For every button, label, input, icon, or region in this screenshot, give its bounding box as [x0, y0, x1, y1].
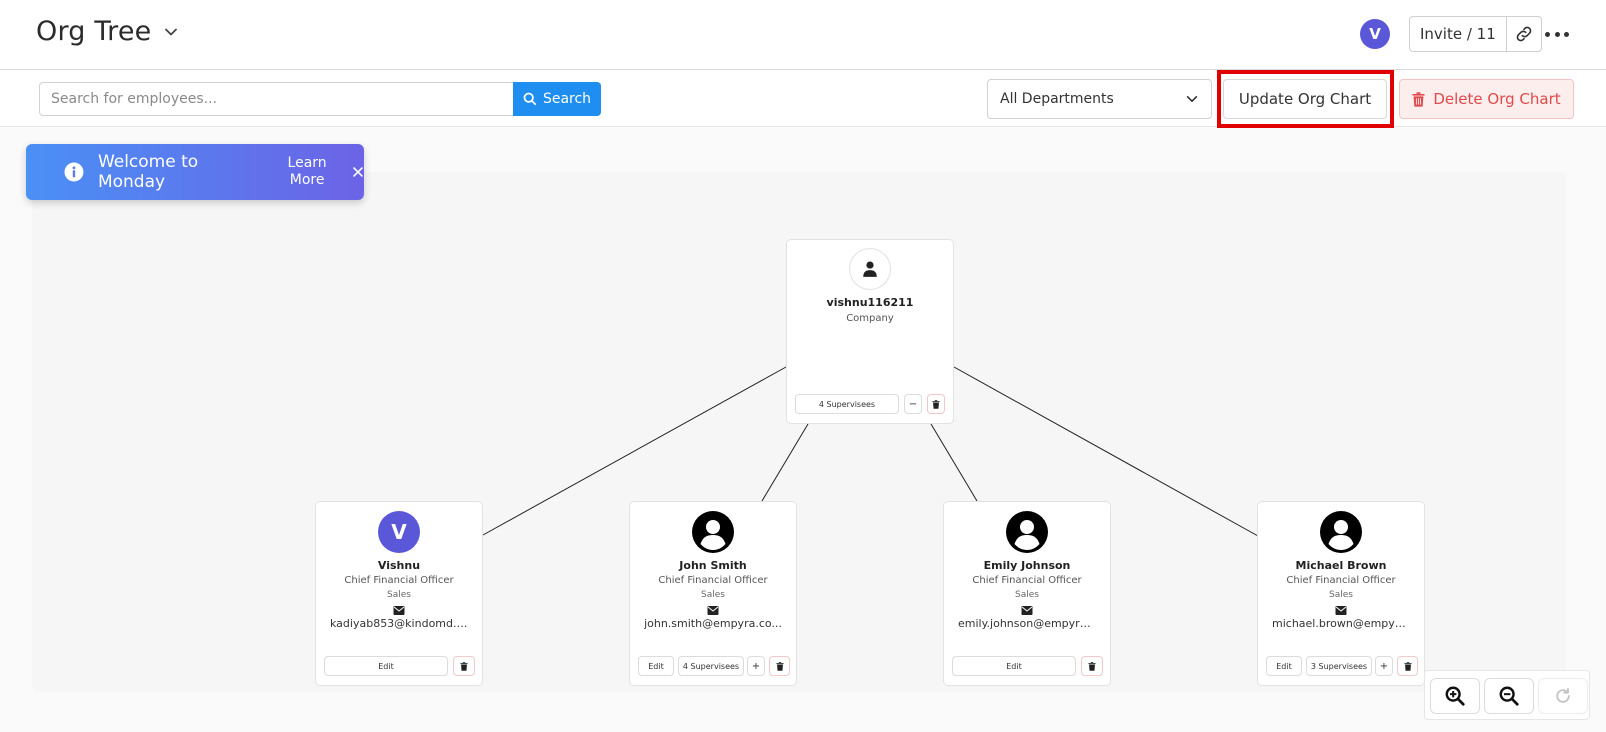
- delete-node-button[interactable]: [1081, 656, 1103, 676]
- person-avatar-icon: [1320, 511, 1362, 553]
- org-node-employee[interactable]: Emily Johnson Chief Financial Officer Sa…: [943, 501, 1111, 686]
- top-header: Org Tree V Invite / 11: [0, 0, 1606, 70]
- expand-button[interactable]: +: [1375, 656, 1393, 676]
- avatar: V: [378, 511, 420, 553]
- node-email: michael.brown@empyra...: [1272, 617, 1410, 630]
- search-button-label: Search: [542, 91, 592, 107]
- person-avatar-icon: [1006, 511, 1048, 553]
- node-department: Sales: [701, 590, 725, 600]
- envelope-icon: [707, 606, 719, 615]
- page-title: Org Tree: [36, 16, 152, 47]
- node-title: Chief Financial Officer: [1286, 575, 1396, 586]
- link-icon: [1516, 26, 1532, 42]
- node-name: Vishnu: [377, 559, 421, 572]
- edit-button[interactable]: Edit: [1266, 656, 1302, 676]
- zoom-out-icon: [1499, 686, 1519, 706]
- trash-icon: [775, 661, 784, 671]
- node-title: Chief Financial Officer: [344, 575, 454, 586]
- welcome-toast: Welcome to Monday Learn More: [26, 144, 364, 200]
- node-name: Emily Johnson: [983, 559, 1071, 572]
- node-title: Chief Financial Officer: [972, 575, 1082, 586]
- toolbar: Search All Departments Update Org Chart …: [0, 70, 1606, 128]
- node-department: Sales: [1329, 590, 1353, 600]
- envelope-icon: [1335, 606, 1347, 615]
- copy-link-button[interactable]: [1507, 17, 1541, 51]
- trash-icon: [1403, 661, 1412, 671]
- search-button[interactable]: Search: [513, 82, 601, 116]
- edit-button[interactable]: Edit: [952, 656, 1076, 676]
- employee-search-input[interactable]: [39, 82, 514, 116]
- node-email: kadiyab853@kindomd.c...: [330, 617, 468, 630]
- delete-org-chart-button[interactable]: Delete Org Chart: [1399, 79, 1574, 119]
- supervisees-button[interactable]: 4 Supervisees: [795, 394, 899, 414]
- collapse-button[interactable]: −: [904, 394, 922, 414]
- title-dropdown[interactable]: Org Tree: [36, 16, 179, 47]
- org-node-employee[interactable]: Michael Brown Chief Financial Officer Sa…: [1257, 501, 1425, 686]
- node-name: Michael Brown: [1295, 559, 1387, 572]
- trash-icon: [1412, 91, 1425, 107]
- invite-button[interactable]: Invite / 11: [1410, 17, 1507, 51]
- supervisees-button[interactable]: 3 Supervisees: [1306, 656, 1372, 676]
- zoom-out-button[interactable]: [1484, 678, 1534, 714]
- trash-icon: [460, 661, 468, 671]
- node-department: Sales: [387, 590, 411, 600]
- envelope-icon: [1021, 606, 1033, 615]
- chevron-down-icon: [165, 28, 178, 35]
- update-org-chart-button[interactable]: Update Org Chart: [1223, 79, 1387, 119]
- person-icon: [849, 248, 891, 290]
- org-node-root[interactable]: vishnu116211 Company 4 Supervisees −: [786, 239, 954, 424]
- node-department: Sales: [1015, 590, 1039, 600]
- node-title: Chief Financial Officer: [658, 575, 768, 586]
- expand-button[interactable]: +: [747, 656, 765, 676]
- info-icon: [64, 162, 84, 182]
- delete-node-button[interactable]: [927, 394, 945, 414]
- delete-node-button[interactable]: [769, 656, 790, 676]
- user-avatar[interactable]: V: [1360, 19, 1390, 49]
- chevron-down-icon: [1186, 96, 1198, 102]
- more-options-icon[interactable]: [1545, 24, 1569, 44]
- trash-icon: [1088, 661, 1096, 671]
- redo-icon: [1556, 688, 1570, 703]
- zoom-in-button[interactable]: [1430, 678, 1480, 714]
- reset-zoom-button[interactable]: [1538, 678, 1588, 714]
- delete-button-label: Delete Org Chart: [1433, 90, 1561, 108]
- node-email: emily.johnson@empyra...: [958, 617, 1096, 630]
- org-node-employee[interactable]: V Vishnu Chief Financial Officer Sales k…: [315, 501, 483, 686]
- search-icon: [523, 92, 537, 106]
- invite-group: Invite / 11: [1409, 16, 1542, 52]
- delete-node-button[interactable]: [1397, 656, 1418, 676]
- toast-message: Welcome to Monday: [97, 152, 199, 192]
- person-avatar-icon: [692, 511, 734, 553]
- node-email: john.smith@empyra.co...: [644, 617, 782, 630]
- zoom-in-icon: [1445, 686, 1465, 706]
- node-name: vishnu116211: [826, 296, 914, 309]
- trash-icon: [932, 399, 940, 409]
- edit-button[interactable]: Edit: [638, 656, 674, 676]
- department-selected-value: All Departments: [1000, 91, 1114, 107]
- learn-more-link[interactable]: Learn More: [282, 155, 332, 189]
- supervisees-button[interactable]: 4 Supervisees: [678, 656, 744, 676]
- department-select[interactable]: All Departments: [987, 79, 1212, 119]
- delete-node-button[interactable]: [453, 656, 475, 676]
- zoom-controls: [1424, 670, 1590, 720]
- node-name: John Smith: [679, 559, 747, 572]
- org-node-employee[interactable]: John Smith Chief Financial Officer Sales…: [629, 501, 797, 686]
- close-icon[interactable]: [352, 166, 364, 178]
- node-subtitle: Company: [846, 313, 894, 324]
- envelope-icon: [393, 606, 405, 615]
- edit-button[interactable]: Edit: [324, 656, 448, 676]
